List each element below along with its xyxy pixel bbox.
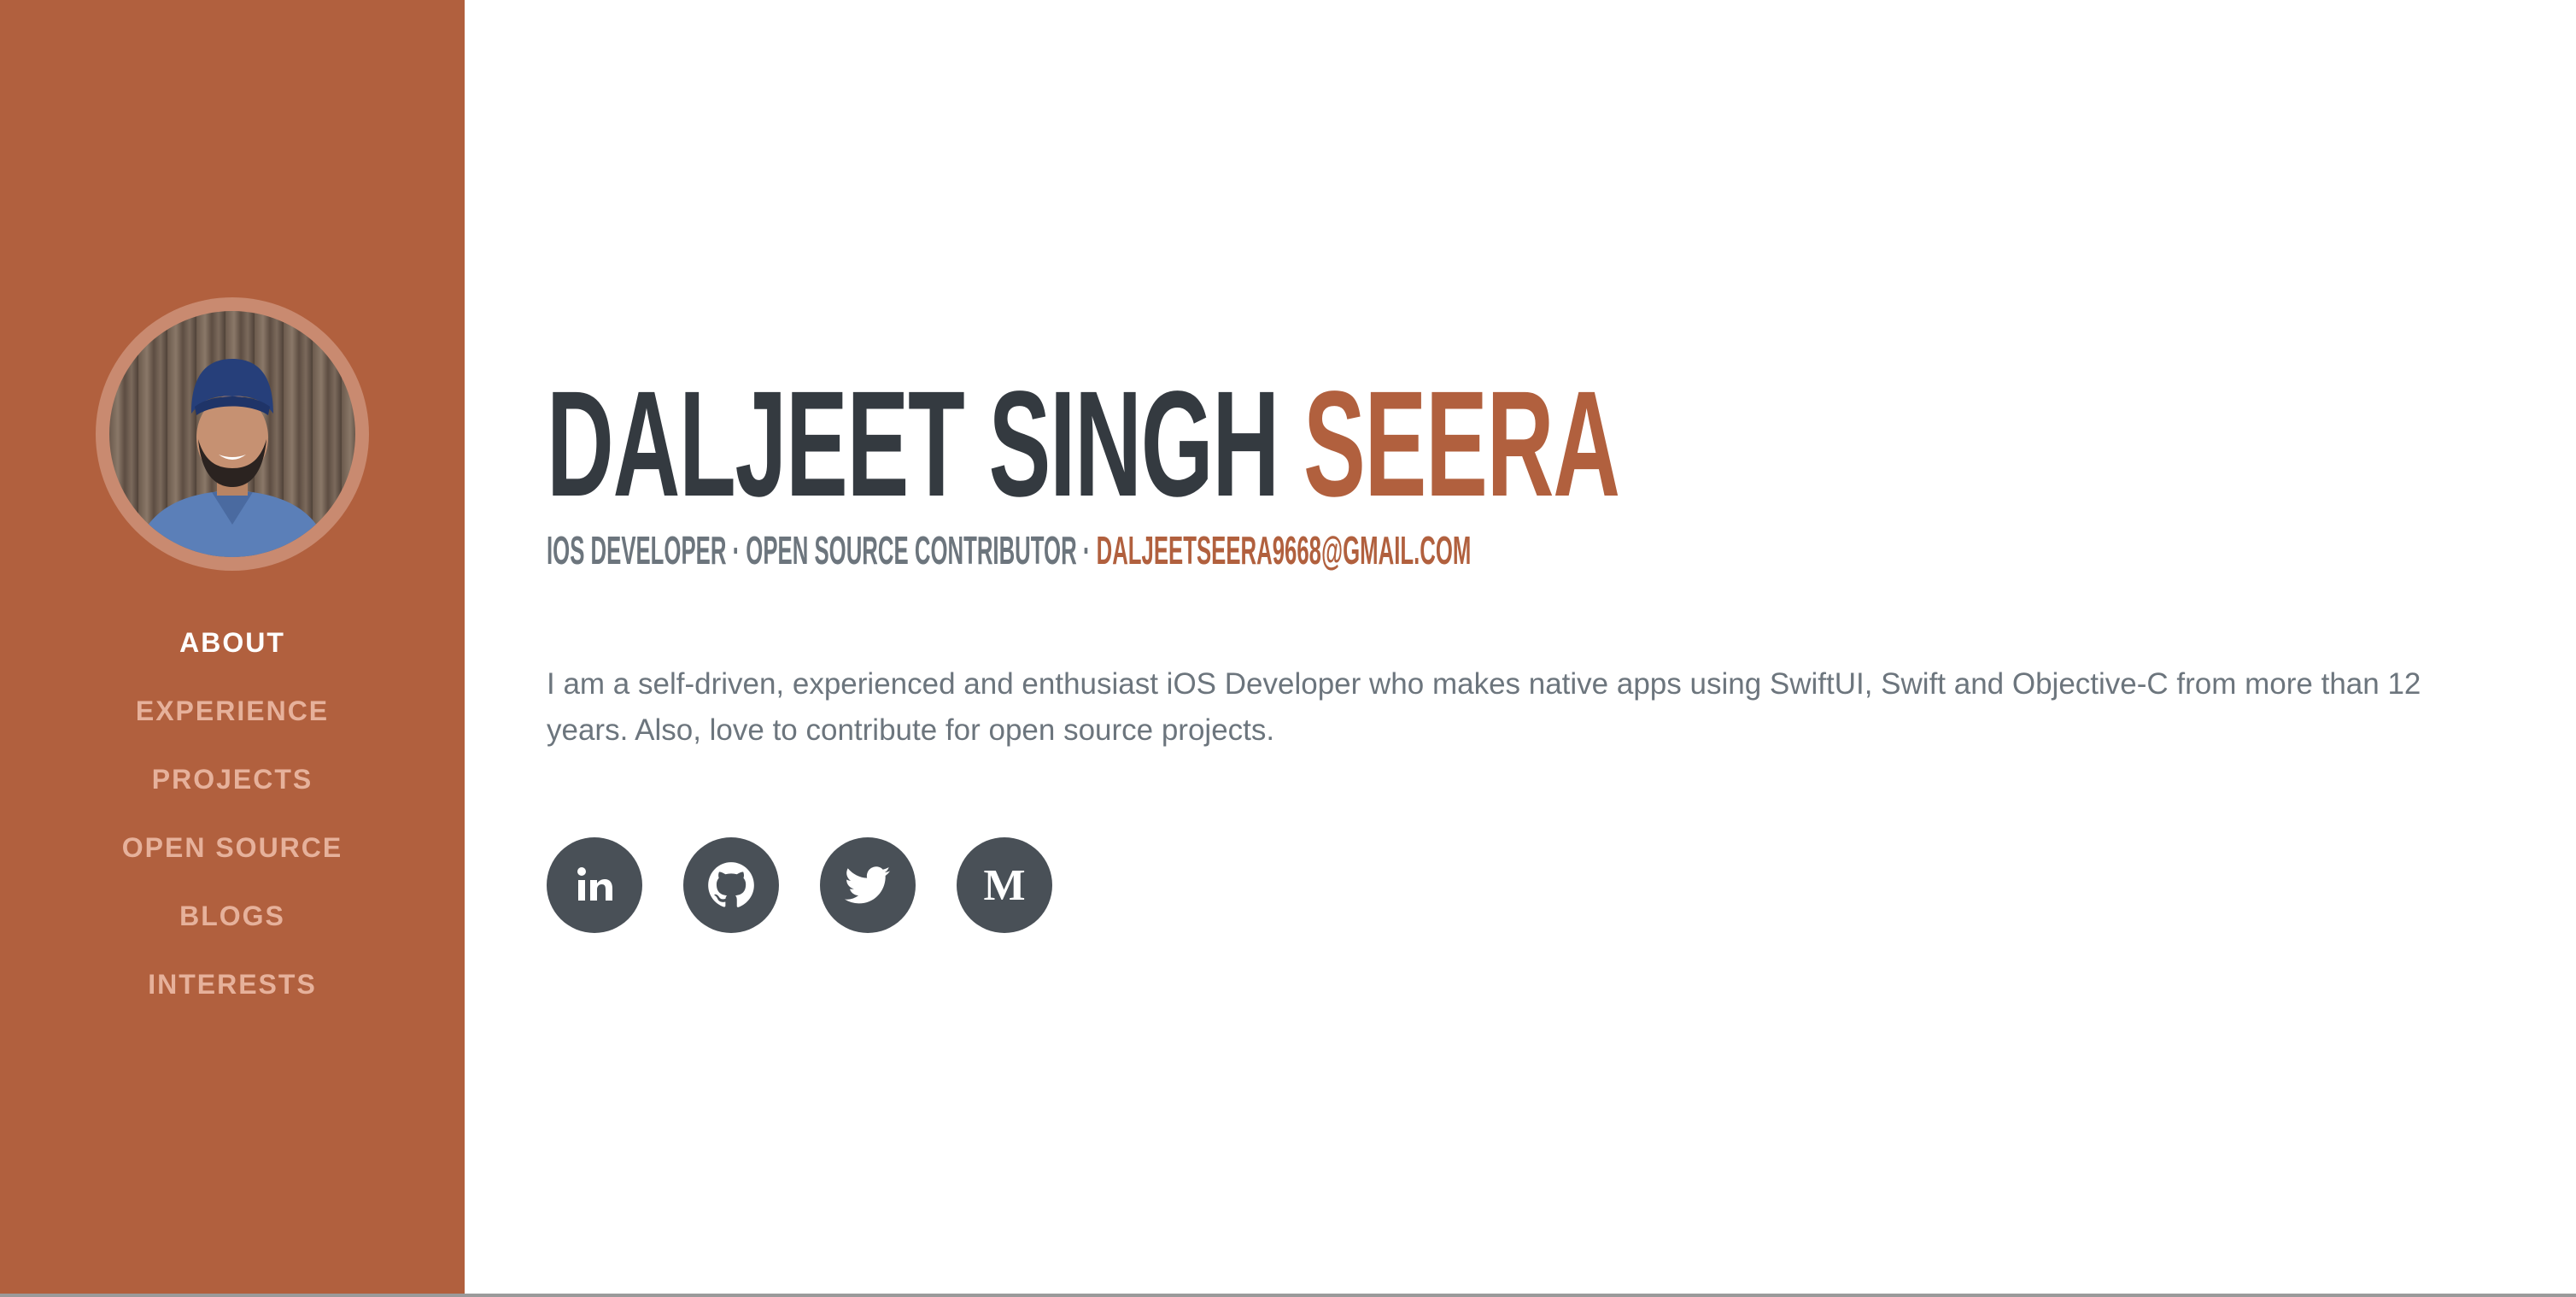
- window-bottom-border: [0, 1294, 2576, 1297]
- avatar: [109, 311, 355, 557]
- nav-item-projects[interactable]: PROJECTS: [0, 745, 465, 813]
- subheading-roles: IOS DEVELOPER · OPEN SOURCE CONTRIBUTOR …: [547, 528, 1097, 572]
- sidebar: ABOUT EXPERIENCE PROJECTS OPEN SOURCE BL…: [0, 0, 465, 1297]
- page-title: DALJEET SINGH SEERA: [547, 359, 1620, 530]
- social-icons: M: [547, 837, 1052, 933]
- name-last: SEERA: [1303, 361, 1620, 528]
- nav-item-blogs[interactable]: BLOGS: [0, 882, 465, 950]
- subheading: IOS DEVELOPER · OPEN SOURCE CONTRIBUTOR …: [547, 525, 1471, 576]
- email-link[interactable]: DALJEETSEERA9668@GMAIL.COM: [1097, 528, 1472, 572]
- twitter-button[interactable]: [820, 837, 916, 933]
- nav-item-open-source[interactable]: OPEN SOURCE: [0, 813, 465, 882]
- name-first: DALJEET SINGH: [547, 361, 1279, 528]
- twitter-icon: [845, 866, 891, 904]
- page: ABOUT EXPERIENCE PROJECTS OPEN SOURCE BL…: [0, 0, 2576, 1297]
- github-icon: [708, 862, 754, 907]
- github-button[interactable]: [683, 837, 779, 933]
- nav-item-about[interactable]: ABOUT: [0, 608, 465, 677]
- medium-icon: M: [983, 860, 1026, 910]
- avatar-ring: [96, 297, 369, 571]
- bio-text: I am a self-driven, experienced and enth…: [547, 667, 2421, 747]
- medium-button[interactable]: M: [957, 837, 1052, 933]
- nav-item-interests[interactable]: INTERESTS: [0, 950, 465, 1018]
- linkedin-icon: [577, 867, 612, 901]
- linkedin-button[interactable]: [547, 837, 642, 933]
- avatar-portrait: [135, 359, 330, 557]
- sidebar-nav: ABOUT EXPERIENCE PROJECTS OPEN SOURCE BL…: [0, 608, 465, 1018]
- nav-item-experience[interactable]: EXPERIENCE: [0, 677, 465, 745]
